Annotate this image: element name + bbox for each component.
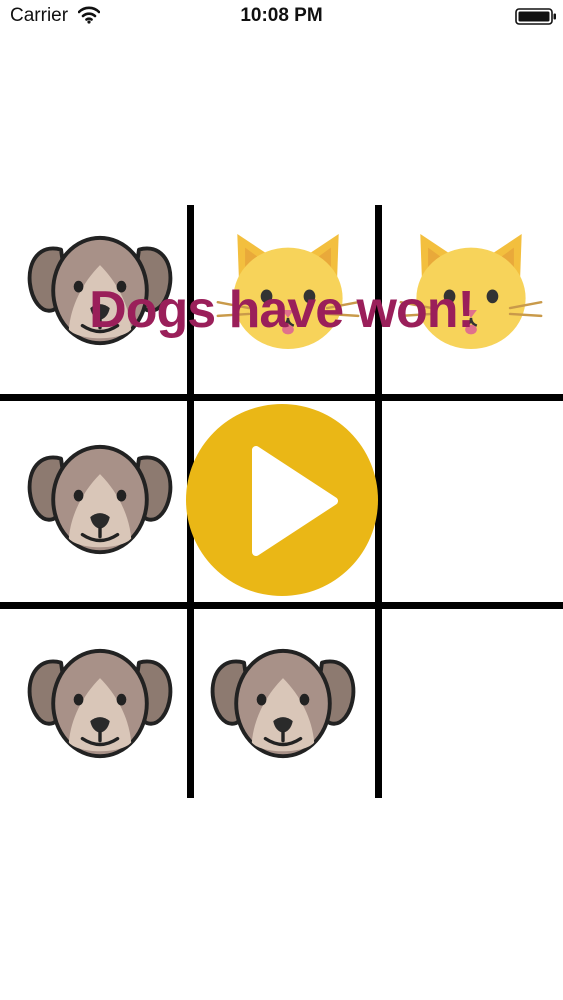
dog-face-icon (22, 641, 178, 768)
dog-face-icon (22, 437, 178, 564)
battery-icon (515, 8, 556, 25)
board-cell-2-2[interactable] (382, 609, 563, 798)
status-bar: Carrier 10:08 PM (0, 0, 563, 34)
dog-face-icon (205, 641, 361, 768)
winner-banner: Dogs have won! (89, 281, 475, 339)
grid-line-horizontal (0, 602, 563, 609)
clock: 10:08 PM (240, 5, 323, 26)
play-icon (186, 404, 378, 596)
play-again-button[interactable] (186, 404, 378, 596)
grid-line-horizontal (0, 394, 563, 401)
board-cell-1-2[interactable] (382, 401, 563, 602)
